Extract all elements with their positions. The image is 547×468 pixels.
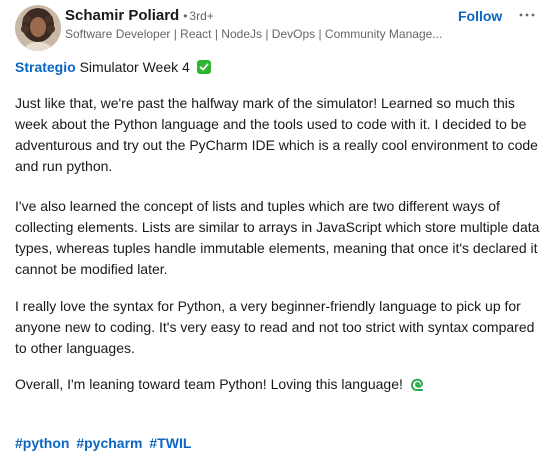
post-paragraph-4-text: Overall, I'm leaning toward team Python!…: [15, 376, 407, 392]
green-swirl-icon: [410, 378, 423, 391]
avatar-image: [15, 5, 61, 51]
ellipsis-horizontal-icon: [519, 13, 535, 17]
company-mention-link[interactable]: Strategio: [15, 59, 76, 75]
post-card: Schamir Poliard • 3rd+ Software Developer …: [0, 0, 547, 468]
post-paragraph-3: I really love the syntax for Python, a v…: [15, 298, 535, 356]
post-title-text: Simulator Week 4: [75, 59, 190, 75]
post-paragraph-2: I've also learned the concept of lists a…: [15, 198, 540, 277]
hashtag-link[interactable]: #TWIL: [149, 435, 191, 451]
post-title-line: Strategio Simulator Week 4: [15, 57, 211, 77]
author-name[interactable]: Schamir Poliard: [65, 7, 179, 24]
follow-button[interactable]: Follow: [452, 5, 508, 27]
author-name-row: Schamir Poliard • 3rd+: [65, 7, 214, 25]
hashtag-link[interactable]: #python: [15, 435, 69, 451]
connection-degree: 3rd+: [189, 9, 214, 23]
separator-dot: •: [183, 9, 188, 23]
more-options-button[interactable]: [515, 3, 539, 27]
post-paragraph-4: Overall, I'm leaning toward team Python!…: [15, 374, 540, 395]
hashtag-link[interactable]: #pycharm: [76, 435, 142, 451]
post-paragraph-1: Just like that, we're past the halfway m…: [15, 95, 538, 174]
check-mark-button-icon: [196, 60, 211, 74]
hashtag-list: #python #pycharm #TWIL: [15, 433, 194, 453]
avatar[interactable]: [15, 5, 61, 51]
post-header: Schamir Poliard • 3rd+ Software Developer …: [0, 0, 547, 56]
author-headline: Software Developer | React | NodeJs | De…: [65, 27, 443, 41]
